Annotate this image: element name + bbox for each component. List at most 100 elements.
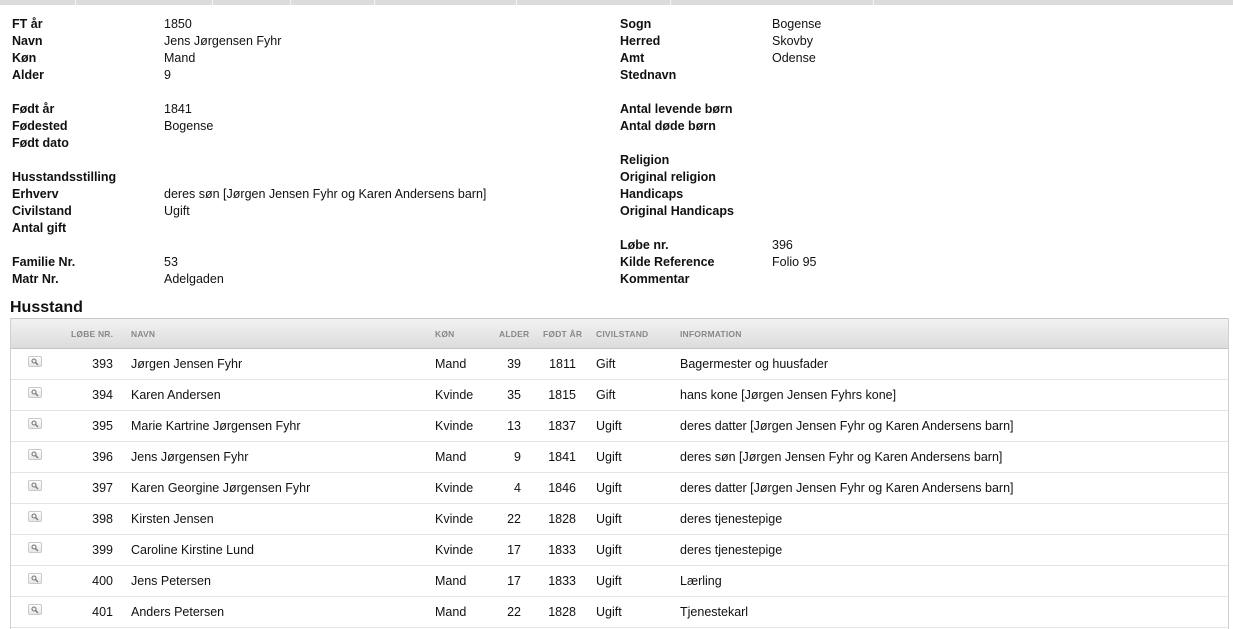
magnifier-icon — [31, 544, 39, 552]
magnifier-icon — [31, 451, 39, 459]
label-antal-gift: Antal gift — [12, 221, 67, 235]
tab-separator — [75, 0, 76, 5]
value-fodt-ar: 1841 — [164, 102, 192, 116]
value-ft-ar: 1850 — [164, 17, 192, 31]
cell-lobe-nr: 393 — [92, 357, 113, 371]
cell-information: Tjenestekarl — [680, 605, 749, 619]
cell-navn: Kirsten Jensen — [131, 512, 214, 526]
label-alder: Alder — [12, 68, 44, 82]
view-record-button[interactable] — [28, 604, 42, 615]
view-record-button[interactable] — [28, 356, 42, 367]
cell-fodt-ar: 1841 — [548, 450, 576, 464]
table-row[interactable]: 398 Kirsten Jensen Kvinde 22 1828 Ugift … — [11, 504, 1228, 535]
cell-fodt-ar: 1815 — [548, 388, 576, 402]
cell-information: deres tjenestepige — [680, 543, 783, 557]
table-row[interactable]: 397 Karen Georgine Jørgensen Fyhr Kvinde… — [11, 473, 1228, 504]
cell-alder: 9 — [514, 450, 521, 464]
cell-fodt-ar: 1811 — [549, 357, 576, 371]
cell-civilstand: Ugift — [596, 419, 622, 433]
label-familie-nr: Familie Nr. — [12, 255, 76, 269]
value-kilde-reference: Folio 95 — [772, 255, 817, 269]
label-navn: Navn — [12, 34, 43, 48]
view-record-button[interactable] — [28, 573, 42, 584]
column-header-navn[interactable]: NAVN — [131, 319, 155, 349]
column-header-alder[interactable]: ALDER — [499, 319, 529, 349]
cell-kon: Kvinde — [435, 481, 474, 495]
cell-navn: Jens Petersen — [131, 574, 211, 588]
cell-information: Bagermester og huusfader — [680, 357, 829, 371]
table-body: 393 Jørgen Jensen Fyhr Mand 39 1811 Gift… — [11, 349, 1228, 628]
cell-kon: Mand — [435, 574, 467, 588]
cell-navn: Karen Andersen — [131, 388, 221, 402]
label-civilstand: Civilstand — [12, 204, 72, 218]
cell-alder: 22 — [507, 605, 521, 619]
cell-fodt-ar: 1837 — [548, 419, 576, 433]
column-header-fodt-ar[interactable]: FØDT ÅR — [543, 319, 582, 349]
view-record-button[interactable] — [28, 387, 42, 398]
value-fodested: Bogense — [164, 119, 214, 133]
value-alder: 9 — [164, 68, 171, 82]
table-row[interactable]: 399 Caroline Kirstine Lund Kvinde 17 183… — [11, 535, 1228, 566]
cell-fodt-ar: 1828 — [548, 512, 576, 526]
household-table: LØBE NR. NAVN KØN ALDER FØDT ÅR CIVILSTA… — [10, 318, 1229, 629]
table-row[interactable]: 393 Jørgen Jensen Fyhr Mand 39 1811 Gift… — [11, 349, 1228, 380]
cell-civilstand: Ugift — [596, 574, 622, 588]
cell-alder: 17 — [507, 574, 521, 588]
label-herred: Herred — [620, 34, 661, 48]
table-row[interactable]: 396 Jens Jørgensen Fyhr Mand 9 1841 Ugif… — [11, 442, 1228, 473]
cell-kon: Mand — [435, 450, 467, 464]
label-fodt-dato: Født dato — [12, 136, 69, 150]
view-record-button[interactable] — [28, 418, 42, 429]
household-title: Husstand — [10, 299, 83, 316]
cell-navn: Jens Jørgensen Fyhr — [131, 450, 249, 464]
cell-lobe-nr: 399 — [92, 543, 113, 557]
label-sogn: Sogn — [620, 17, 652, 31]
value-kon: Mand — [164, 51, 196, 65]
cell-navn: Caroline Kirstine Lund — [131, 543, 254, 557]
label-kilde-reference: Kilde Reference — [620, 255, 715, 269]
cell-alder: 4 — [514, 481, 521, 495]
cell-information: Lærling — [680, 574, 722, 588]
label-antal-dode-born: Antal døde børn — [620, 119, 716, 133]
column-header-kon[interactable]: KØN — [435, 319, 455, 349]
column-header-civilstand[interactable]: CIVILSTAND — [596, 319, 648, 349]
table-row[interactable]: 400 Jens Petersen Mand 17 1833 Ugift Lær… — [11, 566, 1228, 597]
value-matr-nr: Adelgaden — [164, 272, 224, 286]
value-amt: Odense — [772, 51, 816, 65]
cell-lobe-nr: 398 — [92, 512, 113, 526]
label-original-handicaps: Original Handicaps — [620, 204, 734, 218]
cell-civilstand: Ugift — [596, 512, 622, 526]
value-sogn: Bogense — [772, 17, 822, 31]
view-record-button[interactable] — [28, 480, 42, 491]
cell-civilstand: Ugift — [596, 450, 622, 464]
cell-navn: Jørgen Jensen Fyhr — [131, 357, 243, 371]
cell-fodt-ar: 1833 — [548, 574, 576, 588]
record-details: FT år 1850 Navn Jens Jørgensen Fyhr Køn … — [0, 16, 1233, 296]
view-record-button[interactable] — [28, 511, 42, 522]
magnifier-icon — [31, 513, 39, 521]
cell-kon: Mand — [435, 357, 467, 371]
magnifier-icon — [31, 575, 39, 583]
cell-civilstand: Gift — [596, 357, 616, 371]
magnifier-icon — [31, 420, 39, 428]
cell-information: deres datter [Jørgen Jensen Fyhr og Kare… — [680, 481, 1014, 495]
cell-navn: Karen Georgine Jørgensen Fyhr — [131, 481, 311, 495]
view-record-button[interactable] — [28, 542, 42, 553]
magnifier-icon — [31, 606, 39, 614]
cell-kon: Kvinde — [435, 512, 474, 526]
cell-information: deres datter [Jørgen Jensen Fyhr og Kare… — [680, 419, 1014, 433]
cell-civilstand: Ugift — [596, 481, 622, 495]
table-row[interactable]: 401 Anders Petersen Mand 22 1828 Ugift T… — [11, 597, 1228, 628]
magnifier-icon — [31, 358, 39, 366]
cell-fodt-ar: 1828 — [548, 605, 576, 619]
table-row[interactable]: 395 Marie Kartrine Jørgensen Fyhr Kvinde… — [11, 411, 1228, 442]
label-amt: Amt — [620, 51, 645, 65]
cell-alder: 17 — [507, 543, 521, 557]
value-herred: Skovby — [772, 34, 813, 48]
column-header-information[interactable]: INFORMATION — [680, 319, 742, 349]
table-row[interactable]: 394 Karen Andersen Kvinde 35 1815 Gift h… — [11, 380, 1228, 411]
value-navn: Jens Jørgensen Fyhr — [164, 34, 282, 48]
magnifier-icon — [31, 389, 39, 397]
view-record-button[interactable] — [28, 449, 42, 460]
column-header-lobe-nr[interactable]: LØBE NR. — [71, 319, 113, 349]
